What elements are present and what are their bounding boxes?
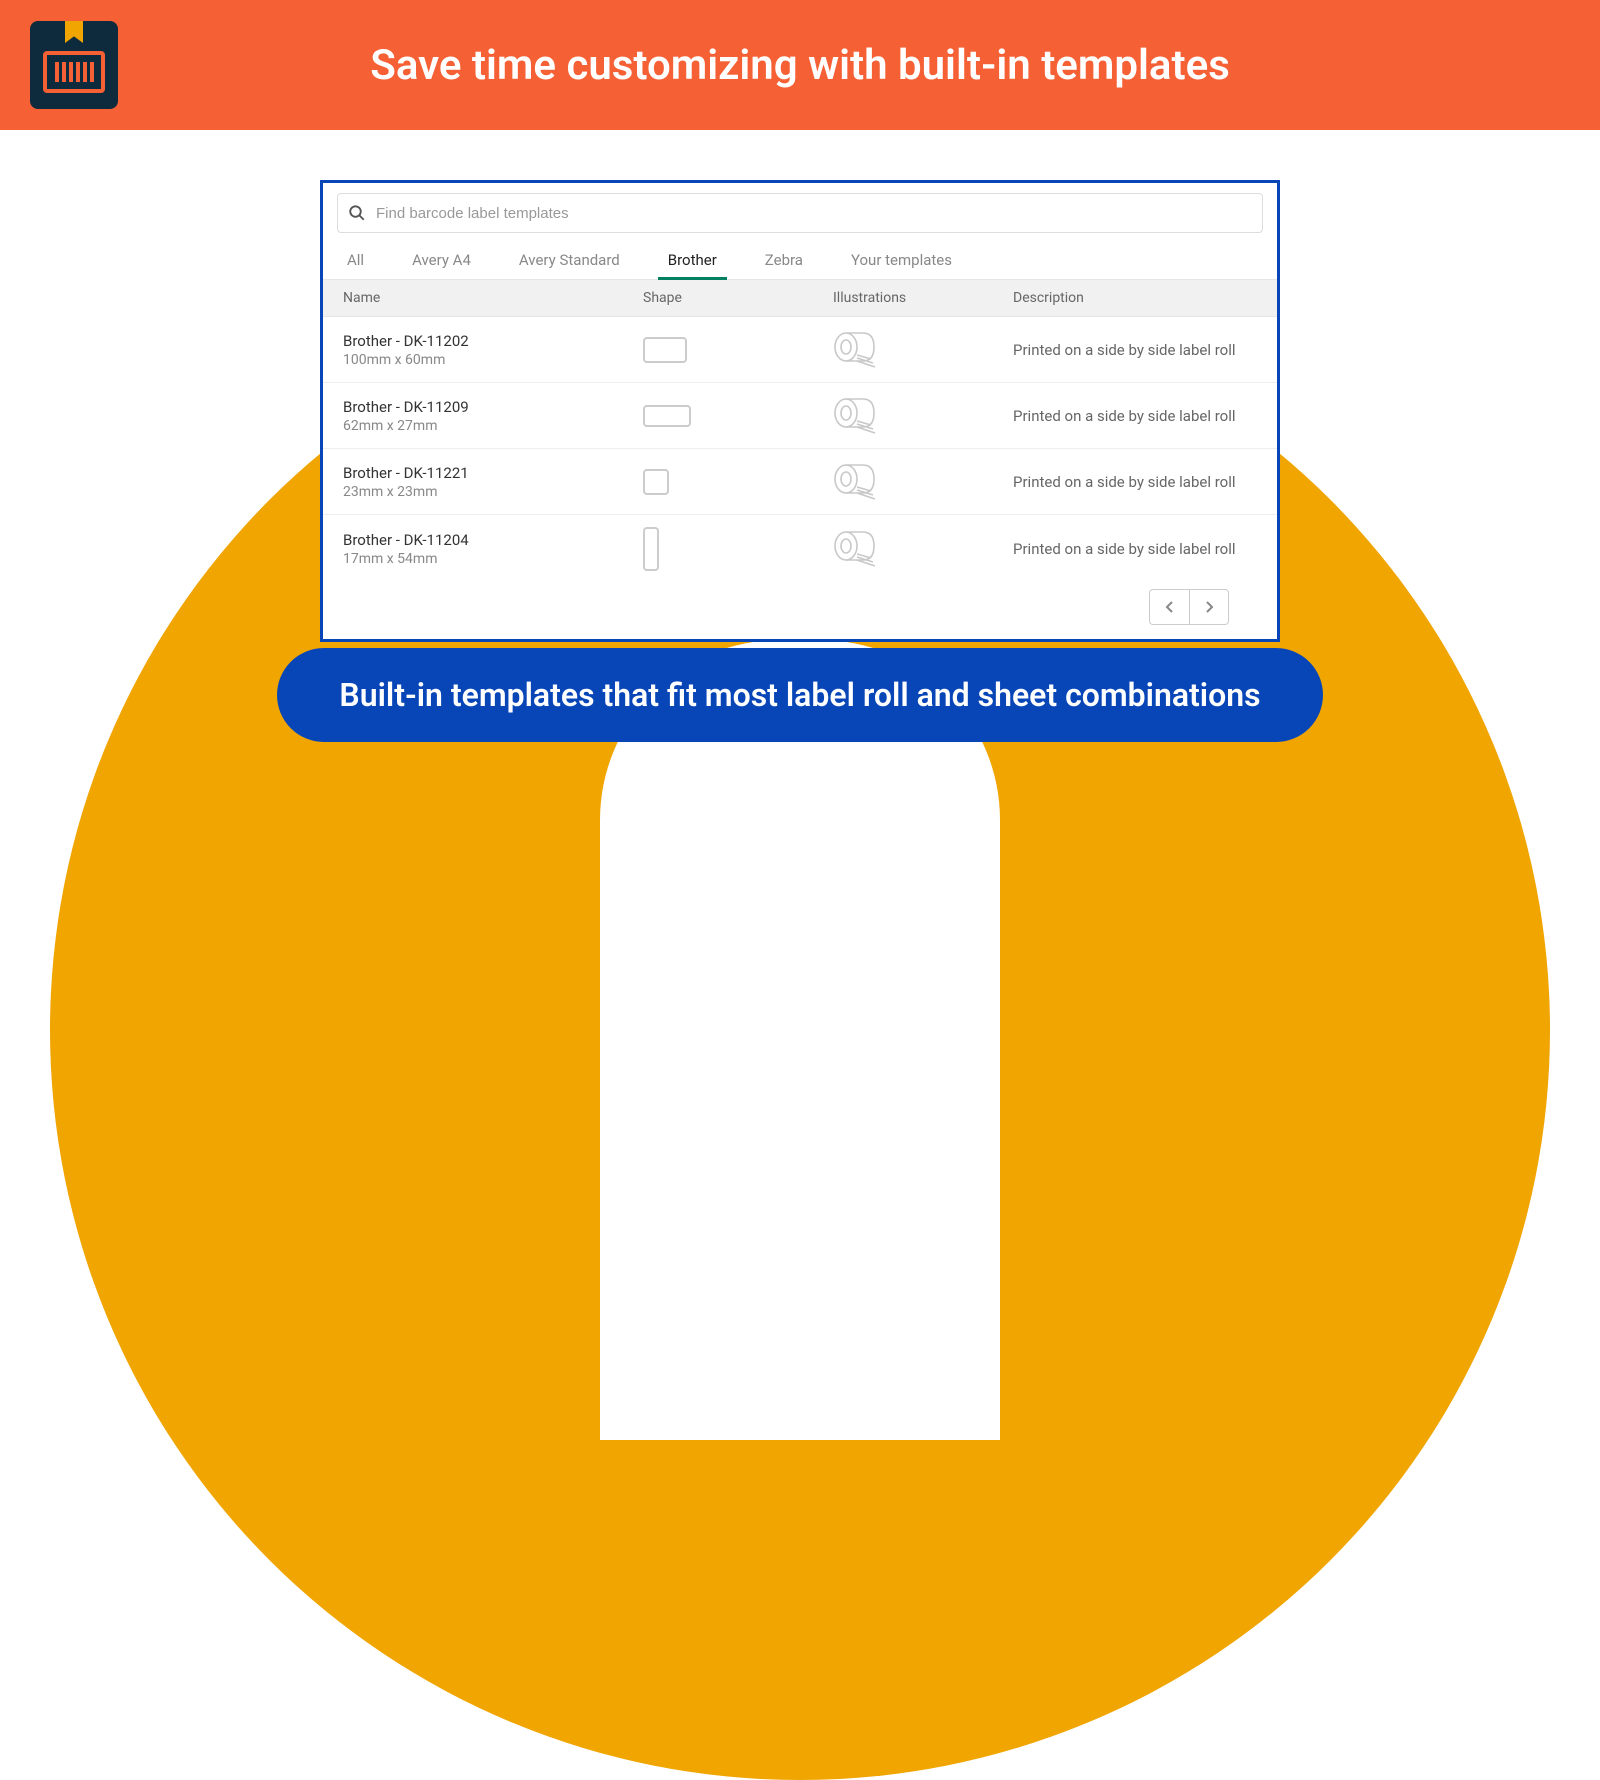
template-name: Brother - DK-11221 (343, 464, 643, 482)
header-title: Save time customizing with built-in temp… (30, 41, 1570, 90)
tab-avery-standard[interactable]: Avery Standard (515, 241, 624, 279)
label-roll-icon (833, 530, 1013, 568)
label-roll-icon (833, 331, 1013, 369)
pagination (323, 583, 1277, 625)
table-row[interactable]: Brother - DK-11209 62mm x 27mm Printed on … (323, 383, 1277, 449)
search-input[interactable] (376, 205, 1252, 222)
caption-banner: Built-in templates that fit most label r… (277, 648, 1323, 742)
template-size: 17mm x 54mm (343, 551, 643, 567)
shape-preview (643, 337, 687, 363)
tab-all[interactable]: All (343, 241, 368, 279)
table-header: Name Shape Illustrations Description (323, 279, 1277, 317)
templates-panel: All Avery A4 Avery Standard Brother Zebr… (320, 180, 1280, 642)
shape-preview (643, 469, 669, 495)
table-row[interactable]: Brother - DK-11221 23mm x 23mm Printed on … (323, 449, 1277, 515)
template-description: Printed on a side by side label roll (1013, 341, 1257, 359)
label-roll-icon (833, 397, 1013, 435)
app-logo (30, 21, 118, 109)
search-bar[interactable] (337, 193, 1263, 233)
tab-avery-a4[interactable]: Avery A4 (408, 241, 475, 279)
template-name: Brother - DK-11202 (343, 332, 643, 350)
shape-preview (643, 405, 691, 427)
tab-brother[interactable]: Brother (664, 241, 721, 279)
next-page-button[interactable] (1189, 589, 1229, 625)
table-row[interactable]: Brother - DK-11204 17mm x 54mm Printed on … (323, 515, 1277, 583)
promo-header: Save time customizing with built-in temp… (0, 0, 1600, 130)
tab-bar: All Avery A4 Avery Standard Brother Zebr… (323, 241, 1277, 279)
template-description: Printed on a side by side label roll (1013, 473, 1257, 491)
tab-your-templates[interactable]: Your templates (847, 241, 956, 279)
label-roll-icon (833, 463, 1013, 501)
col-header-name: Name (343, 290, 643, 306)
chevron-left-icon (1165, 600, 1175, 614)
template-size: 62mm x 27mm (343, 418, 643, 434)
search-icon (348, 204, 366, 222)
template-description: Printed on a side by side label roll (1013, 540, 1257, 558)
template-size: 100mm x 60mm (343, 352, 643, 368)
template-name: Brother - DK-11204 (343, 531, 643, 549)
background-cutout (600, 640, 1000, 1440)
col-header-shape: Shape (643, 290, 833, 306)
chevron-right-icon (1204, 600, 1214, 614)
shape-preview (643, 527, 659, 571)
tab-zebra[interactable]: Zebra (761, 241, 807, 279)
barcode-icon (43, 51, 105, 93)
template-name: Brother - DK-11209 (343, 398, 643, 416)
template-size: 23mm x 23mm (343, 484, 643, 500)
table-row[interactable]: Brother - DK-11202 100mm x 60mm Printed on… (323, 317, 1277, 383)
template-description: Printed on a side by side label roll (1013, 407, 1257, 425)
prev-page-button[interactable] (1149, 589, 1189, 625)
col-header-description: Description (1013, 290, 1257, 306)
col-header-illustrations: Illustrations (833, 290, 1013, 306)
bookmark-icon (65, 21, 83, 43)
